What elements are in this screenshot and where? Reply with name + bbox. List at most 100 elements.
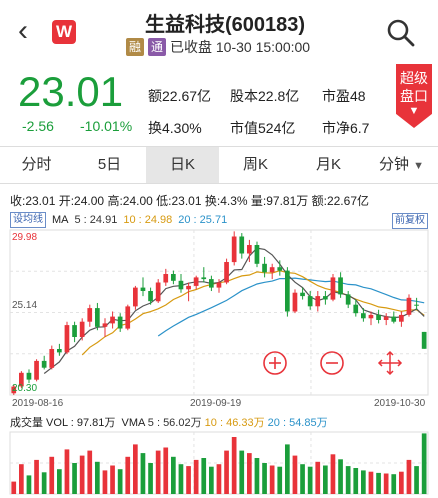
x-axis-mid: 2019-09-19	[190, 398, 242, 409]
volume-bar	[383, 473, 389, 494]
candle-body	[117, 316, 123, 329]
volume-bar	[155, 450, 161, 494]
volume-info: 成交量 VOL : 97.81万 VMA 5 : 56.02万 10 : 46.…	[10, 414, 328, 430]
volume-bar	[285, 444, 290, 494]
candle-body	[140, 287, 146, 291]
volume-bar	[315, 461, 321, 494]
volume-bar	[117, 469, 123, 494]
volume-bar	[79, 455, 85, 494]
volume-bar	[186, 466, 191, 494]
candle-body	[41, 360, 47, 368]
vma10-value: 10 : 46.33万	[204, 417, 265, 429]
volume-bar	[338, 459, 343, 494]
candle-body	[254, 245, 260, 264]
volume-bar	[262, 463, 267, 494]
candle-body	[201, 277, 207, 280]
volume-bar	[368, 471, 374, 494]
chart-grid	[9, 229, 429, 495]
volume-bar	[300, 464, 305, 494]
volume-bar	[323, 465, 328, 494]
fullscreen-icon[interactable]	[377, 350, 403, 376]
ma-lines	[43, 247, 425, 374]
volume-bar	[110, 465, 115, 494]
y-axis-mid: 25.14	[12, 300, 38, 311]
candle-body	[171, 274, 176, 281]
volume-bar	[87, 450, 93, 494]
volume-bar	[216, 464, 222, 494]
candle-body	[353, 304, 359, 314]
candle-body	[292, 292, 298, 312]
volume-bar	[391, 474, 397, 494]
candle-body	[361, 313, 366, 319]
volume-bar	[376, 472, 381, 494]
candle-body	[34, 360, 39, 380]
zoom-out-icon[interactable]	[319, 350, 345, 376]
candle-body	[391, 316, 397, 322]
candle-body	[338, 277, 343, 295]
candle-body	[414, 304, 419, 306]
candle-body	[186, 285, 191, 290]
candle-body	[315, 296, 321, 307]
candle-body	[277, 267, 283, 271]
volume-bar	[399, 471, 404, 494]
candle-body	[125, 306, 131, 329]
candle-body	[155, 282, 161, 302]
candle-body	[79, 321, 85, 337]
candle-body	[300, 292, 305, 297]
candle-body	[224, 262, 229, 283]
candle-body	[72, 325, 77, 337]
volume-bar	[102, 470, 108, 494]
candle-body	[110, 316, 115, 324]
candle-body	[193, 277, 199, 286]
volume-bar	[193, 459, 199, 494]
vma20-value: 20 : 54.85万	[267, 417, 328, 429]
volume-bar	[57, 469, 62, 494]
candle-body	[399, 314, 404, 322]
candles	[11, 231, 427, 395]
volume-bar	[361, 470, 366, 494]
volume-bar	[406, 459, 412, 494]
volume-bar	[201, 458, 207, 494]
candle-body	[216, 282, 222, 288]
candle-body	[26, 372, 32, 380]
volume-bar	[19, 464, 24, 494]
candle-body	[262, 263, 267, 273]
volume-bar	[247, 453, 252, 494]
volume-bar	[64, 449, 70, 494]
candle-body	[323, 296, 328, 300]
candle-body	[102, 323, 108, 327]
zoom-in-icon[interactable]	[262, 350, 288, 376]
volume-bar	[34, 459, 39, 494]
volume-bar	[148, 463, 153, 494]
candle-body	[376, 314, 381, 320]
volume-bar	[178, 464, 184, 494]
candle-body	[49, 349, 55, 368]
volume-bar	[353, 468, 359, 494]
volume-bar	[171, 456, 176, 494]
volume-bar	[292, 455, 298, 494]
y-axis-top: 29.98	[12, 232, 38, 243]
candle-body	[57, 349, 62, 353]
volume-bar	[125, 456, 131, 494]
candle-body	[285, 270, 290, 312]
volume-bar	[95, 461, 100, 494]
candle-body	[148, 291, 153, 302]
candle-body	[383, 316, 389, 320]
volume-bar	[345, 466, 351, 494]
volume-bar	[163, 447, 169, 494]
x-axis-start: 2019-08-16	[12, 398, 64, 409]
volume-bar	[26, 475, 32, 494]
candle-body	[87, 308, 93, 322]
candle-body	[330, 277, 336, 300]
candle-body	[209, 279, 214, 288]
candle-body	[421, 331, 427, 349]
volume-bar	[254, 458, 260, 494]
volume-bar	[224, 450, 229, 494]
candle-body	[239, 236, 245, 254]
y-axis-bottom: 20.30	[12, 383, 38, 394]
vol-label: 成交量 VOL : 97.81万	[10, 417, 116, 429]
candle-body	[247, 245, 252, 254]
volume-bar	[269, 465, 275, 494]
volume-bar	[140, 453, 146, 494]
volume-bar	[421, 433, 427, 494]
